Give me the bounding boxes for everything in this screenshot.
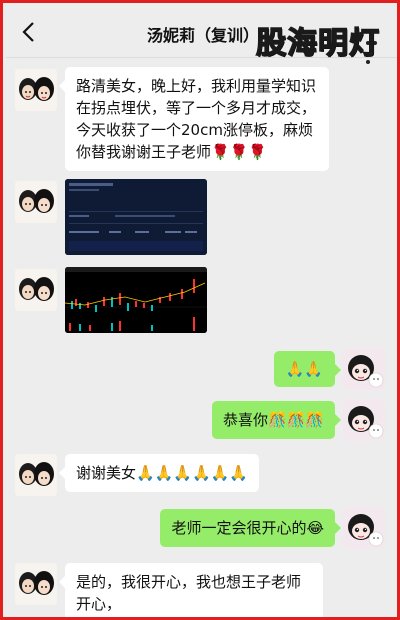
avatar[interactable] xyxy=(15,269,57,311)
message-bubble[interactable]: 是的，我很开心，我也想王子老师开心， xyxy=(59,563,323,617)
avatar[interactable] xyxy=(15,563,57,605)
chat-window: 汤妮莉（复训） 股海明灯 路清美女，晚上好，我利用量学知识在拐点埋伏，等了一个多… xyxy=(0,0,400,620)
image-message-candlestick-chart[interactable] xyxy=(65,267,207,333)
avatar[interactable] xyxy=(15,454,57,496)
avatar[interactable] xyxy=(343,507,385,549)
message-bubble[interactable]: 路清美女，晚上好，我利用量学知识在拐点埋伏，等了一个多月才成交，今天收获了一个2… xyxy=(59,67,329,171)
watermark-text: 股海明灯 xyxy=(255,25,380,61)
image-message-trading-screenshot[interactable] xyxy=(65,179,207,255)
message-bubble[interactable]: 恭喜你🎊🎊🎊 xyxy=(211,401,342,439)
message-bubble[interactable]: 谢谢美女🙏🙏🙏🙏🙏🙏 xyxy=(58,454,260,492)
message-bubble[interactable]: 老师一定会很开心的😂 xyxy=(160,509,341,547)
avatar[interactable] xyxy=(343,399,385,441)
avatar[interactable] xyxy=(343,348,385,390)
avatar[interactable] xyxy=(15,69,57,111)
chat-header: 汤妮莉（复训） 股海明灯 xyxy=(6,6,397,64)
message-bubble[interactable]: 🙏🙏 xyxy=(273,351,342,387)
avatar[interactable] xyxy=(15,181,57,223)
